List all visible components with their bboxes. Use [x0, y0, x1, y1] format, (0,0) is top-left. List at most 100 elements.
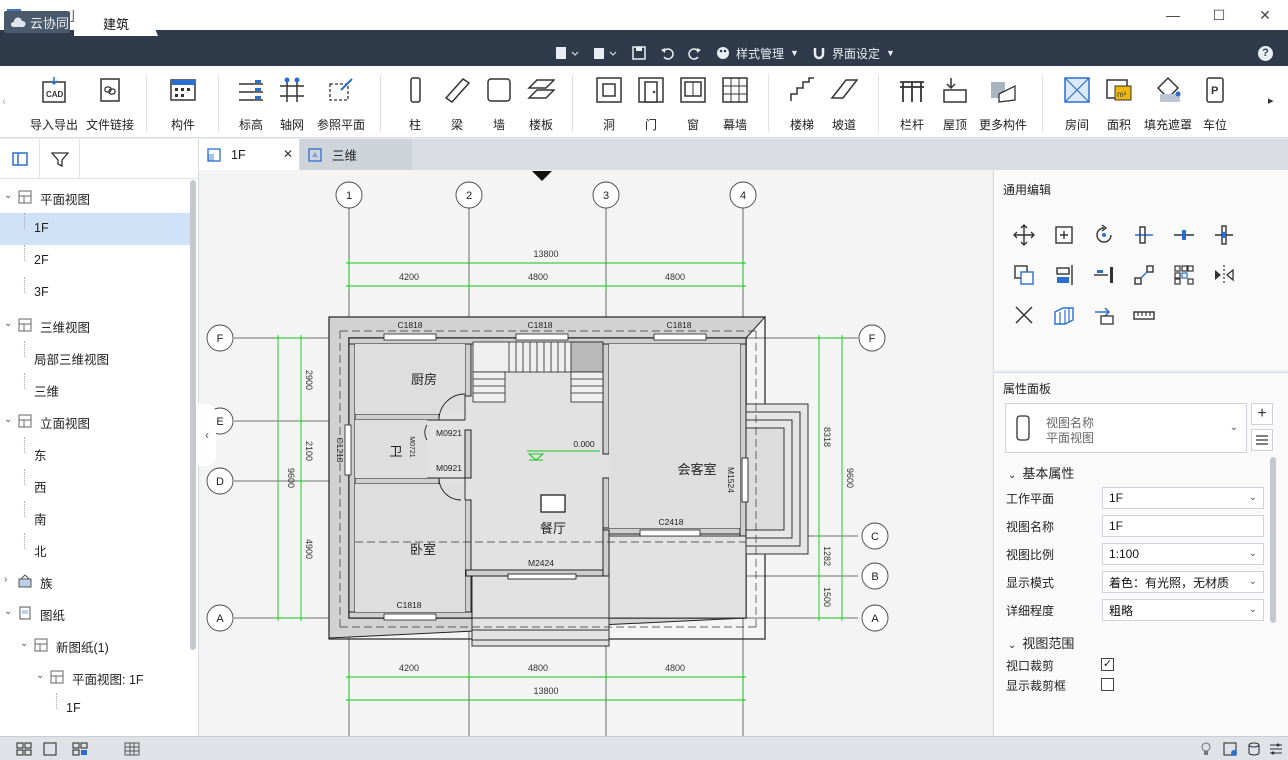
file-link-button[interactable]: 文件链接	[82, 66, 138, 138]
style-manage-menu[interactable]: 样式管理 ▼	[716, 42, 806, 64]
tree-item-plan-3f[interactable]: 3F	[0, 277, 190, 309]
chevron-down-icon[interactable]: ⌄	[4, 415, 14, 425]
tree-item-sheet-plan[interactable]: ⌄ 平面视图: 1F	[0, 661, 190, 693]
tree-item-east[interactable]: 东	[0, 437, 190, 469]
maximize-button[interactable]: ☐	[1196, 0, 1242, 30]
extend-icon[interactable]	[1093, 264, 1115, 286]
props-scrollbar[interactable]	[1270, 457, 1276, 623]
work-plane-select[interactable]: 1F ⌄	[1102, 487, 1264, 509]
cascade-view-icon[interactable]	[72, 741, 88, 757]
chevron-down-icon[interactable]: ⌄	[4, 607, 14, 617]
tree-item-sheets[interactable]: ⌄ 图纸	[0, 597, 190, 629]
tree-item-new-sheet[interactable]: ⌄ 新图纸(1)	[0, 629, 190, 661]
view-cube-icon[interactable]	[1222, 741, 1238, 757]
tree-item-plan-1f[interactable]: 1F	[0, 213, 190, 245]
basic-props-section[interactable]: ⌄ 基本属性	[1008, 463, 1074, 482]
tree-item-south[interactable]: 南	[0, 501, 190, 533]
tree-item-sheet-1f[interactable]: 1F	[0, 693, 190, 725]
tree-item-elevations[interactable]: ⌄ 立面视图	[0, 405, 190, 437]
tree-item-plan-2f[interactable]: 2F	[0, 245, 190, 277]
new-file-button[interactable]	[554, 42, 586, 64]
mirror-icon[interactable]	[1213, 264, 1235, 286]
tree-item-west[interactable]: 西	[0, 469, 190, 501]
mirror-points-icon[interactable]	[1133, 264, 1155, 286]
chevron-down-icon[interactable]: ⌄	[4, 191, 14, 201]
sheet-grid-icon[interactable]	[124, 741, 140, 757]
offset-icon[interactable]	[1213, 224, 1235, 246]
ribbon-scroll-right-icon[interactable]: ▸	[1268, 94, 1274, 107]
column-button[interactable]: 柱	[398, 66, 432, 138]
tree-item-view-3d[interactable]: 三维	[0, 373, 190, 405]
crop-checkbox[interactable]: ✓	[1101, 658, 1114, 671]
stair-button[interactable]: 楼梯	[784, 66, 820, 138]
copy-icon[interactable]	[1053, 224, 1075, 246]
more-components-button[interactable]: 更多构件	[976, 66, 1030, 138]
ref-plane-button[interactable]: 参照平面	[312, 66, 370, 138]
chevron-right-icon[interactable]: ›	[4, 575, 14, 585]
tree-scrollbar[interactable]	[190, 180, 196, 650]
minimize-button[interactable]: —	[1150, 0, 1196, 30]
scale-select[interactable]: 1:100 ⌄	[1102, 543, 1264, 565]
curtain-wall-button[interactable]: 幕墙	[718, 66, 752, 138]
redo-button[interactable]	[688, 42, 704, 64]
settings-filter-icon[interactable]	[1268, 741, 1284, 757]
drawing-canvas[interactable]: 1 2 3 4 F F E D C B A A 13800 4200 4800 …	[199, 170, 992, 736]
import-export-button[interactable]: CAD 导入导出	[26, 66, 82, 138]
show-crop-checkbox[interactable]	[1101, 678, 1114, 691]
detail-select[interactable]: 粗略 ⌄	[1102, 599, 1264, 621]
chevron-down-icon[interactable]: ⌄	[20, 639, 30, 649]
panel-toggle-button[interactable]	[0, 139, 40, 179]
array-copy-icon[interactable]	[1013, 264, 1035, 286]
window-button[interactable]: 窗	[676, 66, 710, 138]
group-icon[interactable]	[1053, 304, 1075, 326]
wall-button[interactable]: 墙	[482, 66, 516, 138]
tile-view-icon[interactable]	[16, 741, 32, 757]
ramp-button[interactable]: 坡道	[826, 66, 862, 138]
cylinder-icon[interactable]	[1246, 741, 1262, 757]
grid-button[interactable]: 轴网	[272, 66, 312, 138]
roof-button[interactable]: 屋顶	[936, 66, 974, 138]
project-button[interactable]	[592, 42, 624, 64]
fill-mask-button[interactable]: 填充遮罩	[1140, 66, 1196, 138]
railing-button[interactable]: 栏杆	[894, 66, 930, 138]
match-properties-icon[interactable]	[1093, 304, 1115, 326]
tree-item-north[interactable]: 北	[0, 533, 190, 565]
edit-type-button[interactable]	[1251, 429, 1273, 451]
slab-button[interactable]: 楼板	[524, 66, 558, 138]
parking-button[interactable]: P 车位	[1198, 66, 1232, 138]
close-tab-button[interactable]: ✕	[283, 147, 293, 161]
filter-button[interactable]	[40, 139, 80, 179]
undo-button[interactable]	[660, 42, 676, 64]
split-icon[interactable]	[1173, 224, 1195, 246]
doc-tab-1f[interactable]: 1F ✕	[199, 139, 299, 170]
chevron-down-icon[interactable]: ⌄	[4, 319, 14, 329]
door-button[interactable]: 门	[634, 66, 668, 138]
component-button[interactable]: 构件	[156, 66, 210, 138]
tab-cloud-collab[interactable]: 云协同	[4, 11, 70, 33]
tree-item-views-3d[interactable]: ⌄ 三维视图	[0, 309, 190, 341]
trim-icon[interactable]	[1053, 264, 1075, 286]
doc-tab-3d[interactable]: 三维	[300, 139, 412, 170]
align-icon[interactable]	[1133, 224, 1155, 246]
rotate-icon[interactable]	[1093, 224, 1115, 246]
display-mode-select[interactable]: 着色：有光照，无材质 ⌄	[1102, 571, 1264, 593]
close-window-button[interactable]: ✕	[1242, 0, 1288, 30]
measure-icon[interactable]	[1133, 304, 1155, 326]
tree-item-plan-views[interactable]: ⌄ 平面视图	[0, 181, 190, 213]
view-name-input[interactable]: 1F	[1102, 515, 1264, 537]
ribbon-scroll-left-icon[interactable]: ‹	[2, 96, 6, 108]
light-bulb-icon[interactable]	[1198, 741, 1214, 757]
level-button[interactable]: 标高	[230, 66, 272, 138]
add-type-button[interactable]: +	[1251, 403, 1273, 425]
opening-button[interactable]: 洞	[592, 66, 626, 138]
tree-item-partial-3d[interactable]: 局部三维视图	[0, 341, 190, 373]
view-range-section[interactable]: ⌄ 视图范围	[1008, 633, 1074, 652]
area-button[interactable]: m² 面积	[1100, 66, 1138, 138]
room-button[interactable]: 房间	[1058, 66, 1096, 138]
collapse-panel-button[interactable]: ‹	[198, 404, 216, 466]
tree-item-family[interactable]: › 族	[0, 565, 190, 597]
array-icon[interactable]	[1173, 264, 1195, 286]
delete-icon[interactable]	[1013, 304, 1035, 326]
ui-settings-menu[interactable]: 界面设定 ▼	[812, 42, 904, 64]
chevron-down-icon[interactable]: ⌄	[36, 671, 46, 681]
